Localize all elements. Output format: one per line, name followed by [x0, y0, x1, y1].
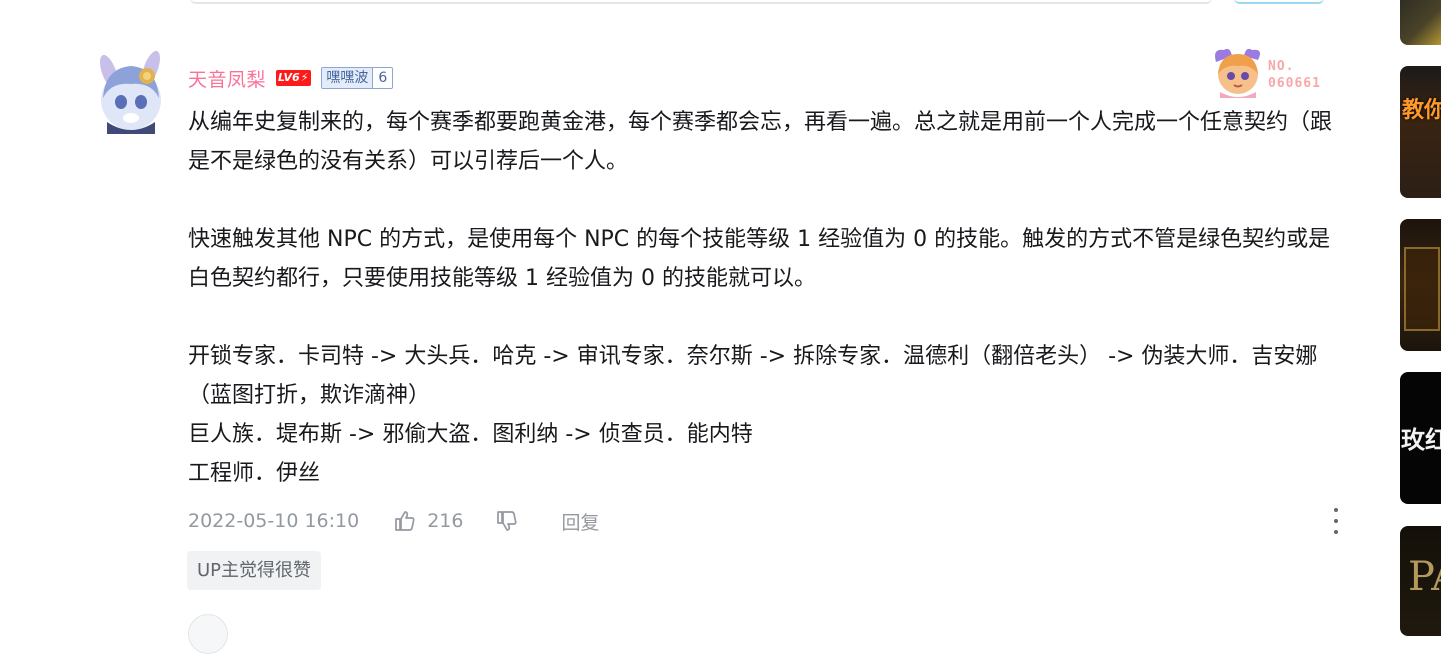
more-options-icon[interactable]	[1326, 508, 1346, 534]
reply-input-edge[interactable]	[190, 0, 1212, 4]
sub-reply	[188, 608, 688, 654]
reply-button[interactable]: 回复	[561, 508, 599, 535]
comment-header: 天音凤梨 LV6 ⚡ 嘿嘿波 6	[188, 64, 394, 92]
fan-medal-level: 6	[372, 68, 393, 88]
fan-medal-name: 嘿嘿波	[322, 68, 373, 88]
thumbnail-game-ui	[1404, 247, 1440, 331]
like-count: 216	[427, 510, 464, 532]
decoration-character-icon	[1215, 48, 1260, 98]
dislike-button[interactable]	[495, 509, 519, 533]
thumbnail-text: 教你	[1402, 98, 1441, 123]
recommend-thumbnail[interactable]	[1400, 219, 1441, 351]
paragraph-1: 从编年史复制来的，每个赛季都要跑黄金港，每个赛季都会忘，再看一遍。总之就是用前一…	[188, 110, 1333, 174]
decoration-card[interactable]: NO. 060661	[1210, 44, 1336, 98]
send-button-edge[interactable]	[1234, 0, 1324, 4]
paragraph-2: 快速触发其他 NPC 的方式，是使用每个 NPC 的每个技能等级 1 经验值为 …	[188, 227, 1331, 291]
recommend-thumbnail[interactable]: 玫红	[1400, 372, 1441, 504]
fan-medal[interactable]: 嘿嘿波 6	[321, 67, 394, 89]
paragraph-3: 开锁专家．卡司特 -> 大头兵．哈克 -> 审讯专家．奈尔斯 -> 拆除专家．温…	[188, 344, 1318, 408]
paragraph-4: 巨人族．堤布斯 -> 邪偷大盗．图利纳 -> 侦查员．能内特	[188, 422, 753, 447]
recommend-thumbnail[interactable]: PA	[1400, 526, 1441, 636]
more-dot	[1334, 519, 1338, 523]
comment-info-row: 2022-05-10 16:10 216 回复	[188, 505, 600, 537]
thumbnail-text: PA	[1408, 554, 1441, 600]
level-badge-text: LV6	[278, 71, 300, 84]
lightning-icon: ⚡	[300, 71, 309, 84]
comment-content: 从编年史复制来的，每个赛季都要跑黄金港，每个赛季都会忘，再看一遍。总之就是用前一…	[188, 103, 1348, 493]
decoration-number-prefix: NO.	[1268, 59, 1295, 74]
decoration-number: NO. 060661	[1268, 58, 1321, 92]
up-liked-tag: UP主觉得很赞	[187, 551, 322, 590]
thumbs-down-icon	[497, 511, 517, 531]
recommend-thumbnail[interactable]	[1400, 0, 1441, 45]
comment-date: 2022-05-10 16:10	[188, 510, 360, 532]
paragraph-5: 工程师．伊丝	[188, 461, 321, 486]
like-button[interactable]: 216	[393, 509, 463, 533]
user-avatar[interactable]	[95, 48, 167, 134]
thumbnail-text: 玫红	[1401, 426, 1441, 454]
username[interactable]: 天音凤梨	[188, 65, 266, 92]
thumbs-up-icon	[395, 511, 415, 531]
more-dot	[1334, 508, 1338, 512]
recommend-thumbnail[interactable]: 教你	[1400, 66, 1441, 198]
sub-reply-avatar[interactable]	[188, 614, 228, 654]
level-badge: LV6 ⚡	[276, 70, 312, 86]
decoration-number-value: 060661	[1268, 76, 1321, 91]
more-dot	[1334, 530, 1338, 534]
